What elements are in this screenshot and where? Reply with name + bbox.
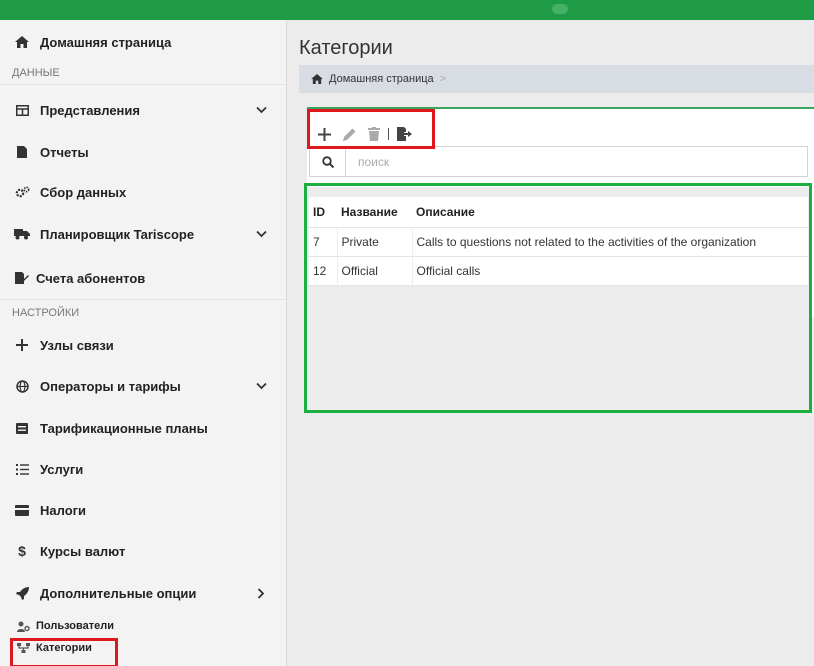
file-icon [12, 146, 32, 158]
sidebar-item-services[interactable]: Услуги [0, 449, 287, 489]
sidebar-item-operators-tariffs[interactable]: Операторы и тарифы [0, 366, 287, 406]
sidebar-item-label: Курсы валют [40, 543, 126, 559]
page-title: Категории [299, 37, 393, 59]
home-icon [311, 74, 323, 84]
search-input[interactable] [346, 147, 807, 176]
sidebar-item-label: Пользователи [36, 620, 115, 632]
search-bar [309, 146, 808, 177]
sidebar-section-data: ДАННЫЕ [12, 67, 60, 79]
sidebar-item-label: Дополнительные опции [40, 585, 197, 601]
table-icon [12, 104, 32, 116]
divider [0, 299, 287, 300]
sidebar-item-label: Счета абонентов [36, 270, 146, 286]
sidebar-item-label: Планировщик Tariscope [40, 226, 195, 242]
chevron-down-icon[interactable] [256, 102, 267, 117]
sidebar-item-taxes[interactable]: Налоги [0, 490, 287, 530]
users-icon [16, 621, 30, 632]
sidebar-item-reports[interactable]: Отчеты [0, 132, 287, 172]
rocket-icon [12, 586, 32, 600]
sidebar-item-home[interactable]: Домашняя страница [0, 22, 287, 62]
chevron-right-icon[interactable] [257, 587, 265, 602]
sidebar-item-label: Налоги [40, 502, 87, 518]
dollar-icon: $ [18, 543, 26, 559]
sidebar-item-label: Узлы связи [40, 337, 114, 353]
sidebar-item-users[interactable]: Пользователи [0, 615, 287, 637]
truck-icon [12, 228, 32, 240]
highlight-categories-menu [10, 638, 118, 666]
sidebar-item-currency-rates[interactable]: $ Курсы валют [0, 531, 287, 571]
credit-card-icon [12, 504, 32, 516]
chevron-down-icon[interactable] [256, 226, 267, 241]
sidebar-item-label: Услуги [40, 461, 84, 477]
list-box-icon [12, 422, 32, 434]
sidebar-section-settings: НАСТРОЙКИ [12, 307, 80, 319]
home-icon [12, 36, 32, 48]
sidebar-item-label: Отчеты [40, 144, 89, 160]
sidebar-item-label: Тарификационные планы [40, 420, 208, 436]
file-edit-icon [12, 272, 32, 284]
sidebar-item-extra-options[interactable]: Дополнительные опции [0, 573, 287, 613]
search-icon[interactable] [310, 147, 346, 176]
chevron-down-icon[interactable] [256, 378, 267, 393]
top-bar [0, 0, 814, 20]
sidebar-item-tariff-plans[interactable]: Тарификационные планы [0, 408, 287, 448]
sidebar-item-views[interactable]: Представления [0, 90, 287, 130]
highlight-table [304, 183, 812, 413]
breadcrumb: Домашняя страница > [299, 65, 814, 93]
sidebar-item-label: Сбор данных [40, 184, 127, 200]
sidebar-item-scheduler[interactable]: Планировщик Tariscope [0, 214, 287, 254]
breadcrumb-separator: > [439, 73, 447, 85]
top-bar-indicator [552, 4, 568, 14]
globe-icon [12, 379, 32, 393]
gears-icon [12, 186, 32, 198]
breadcrumb-home-link[interactable]: Домашняя страница [329, 73, 434, 85]
divider [0, 84, 287, 85]
sidebar-item-label: Представления [40, 102, 140, 118]
sidebar-item-data-collection[interactable]: Сбор данных [0, 172, 287, 212]
sidebar-item-subscriber-accounts[interactable]: Счета абонентов [0, 258, 287, 298]
list-icon [12, 463, 32, 475]
sidebar-item-label: Домашняя страница [40, 34, 172, 50]
sidebar-item-comm-nodes[interactable]: Узлы связи [0, 325, 287, 365]
highlight-toolbar [307, 109, 435, 149]
plus-icon [12, 339, 32, 351]
sidebar: Домашняя страница ДАННЫЕ Представления О… [0, 20, 287, 666]
sidebar-item-label: Операторы и тарифы [40, 378, 181, 394]
